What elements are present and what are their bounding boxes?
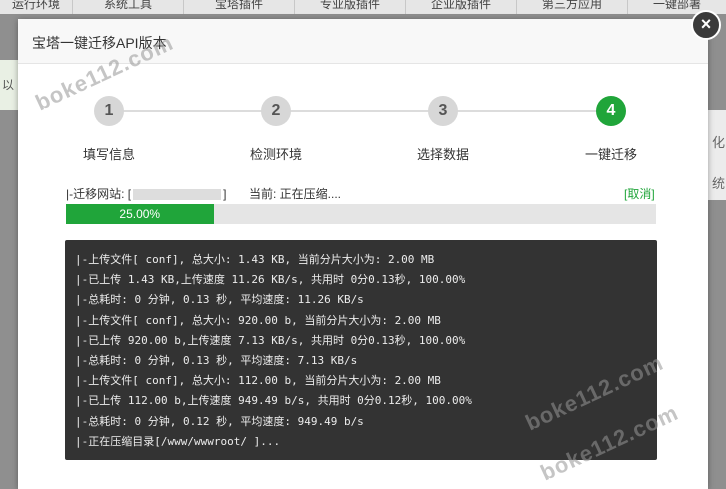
progress-bar-fill: 25.00% <box>66 204 214 224</box>
log-line: |-上传文件[ conf], 总大小: 920.00 b, 当前分片大小为: 2… <box>75 313 441 327</box>
current-action-status: 当前: 正在压缩.... <box>249 187 342 201</box>
step-2-label: 检测环境 <box>249 147 302 162</box>
bg-tab-third-party[interactable]: 第三方应用 <box>517 0 628 14</box>
log-line: |-上传文件[ conf], 总大小: 1.43 KB, 当前分片大小为: 2.… <box>75 253 435 266</box>
log-line: |-总耗时: 0 分钟, 0.13 秒, 平均速度: 7.13 KB/s <box>75 353 358 367</box>
log-line: |-已上传 1.43 KB,上传速度 11.26 KB/s, 共用时 0分0.1… <box>75 273 466 287</box>
migration-site-status: |-迁移网站: [] <box>66 185 226 202</box>
stepper-track <box>123 110 623 112</box>
step-2-circle: 2 <box>261 96 291 126</box>
background-right-text-1: 化 <box>712 135 726 150</box>
cancel-link[interactable]: [取消] <box>624 185 655 202</box>
step-3-label: 选择数据 <box>416 147 469 162</box>
background-right-panel: 化 统 <box>706 110 726 200</box>
log-line: |-总耗时: 0 分钟, 0.13 秒, 平均速度: 11.26 KB/s <box>75 293 364 307</box>
step-3-circle: 3 <box>428 96 458 126</box>
site-name-redacted <box>133 189 222 201</box>
migration-log-console: |-上传文件[ conf], 总大小: 1.43 KB, 当前分片大小为: 2.… <box>65 240 657 460</box>
background-left-text: 以 <box>2 78 15 92</box>
bg-tab-runtime[interactable]: 运行环境 <box>0 0 73 14</box>
step-1-label: 填写信息 <box>82 147 135 162</box>
log-line: |-已上传 920.00 b,上传速度 7.13 KB/s, 共用时 0分0.1… <box>75 333 466 347</box>
close-button[interactable]: × <box>691 10 721 40</box>
step-4-label: 一键迁移 <box>584 147 637 162</box>
step-1-circle: 1 <box>94 96 124 126</box>
bg-tab-system-tools[interactable]: 系统工具 <box>73 0 184 14</box>
bg-tab-pro-plugins[interactable]: 专业版插件 <box>295 0 406 14</box>
background-tab-bar: 运行环境 系统工具 宝塔插件 专业版插件 企业版插件 第三方应用 一键部署 <box>0 0 726 14</box>
bg-tab-enterprise-plugins[interactable]: 企业版插件 <box>406 0 517 14</box>
background-left-panel: 以 <box>0 60 18 110</box>
site-suffix: ] <box>223 187 227 201</box>
step-4-circle: 4 <box>596 96 626 126</box>
bg-tab-bt-plugins[interactable]: 宝塔插件 <box>184 0 295 14</box>
progress-bar: 25.00% <box>66 204 656 224</box>
log-line: |-上传文件[ conf], 总大小: 112.00 b, 当前分片大小为: 2… <box>75 374 441 388</box>
close-icon[interactable]: × <box>701 14 712 34</box>
background-right-text-2: 统 <box>712 176 726 191</box>
site-label: |-迁移网站: [ <box>66 187 132 201</box>
